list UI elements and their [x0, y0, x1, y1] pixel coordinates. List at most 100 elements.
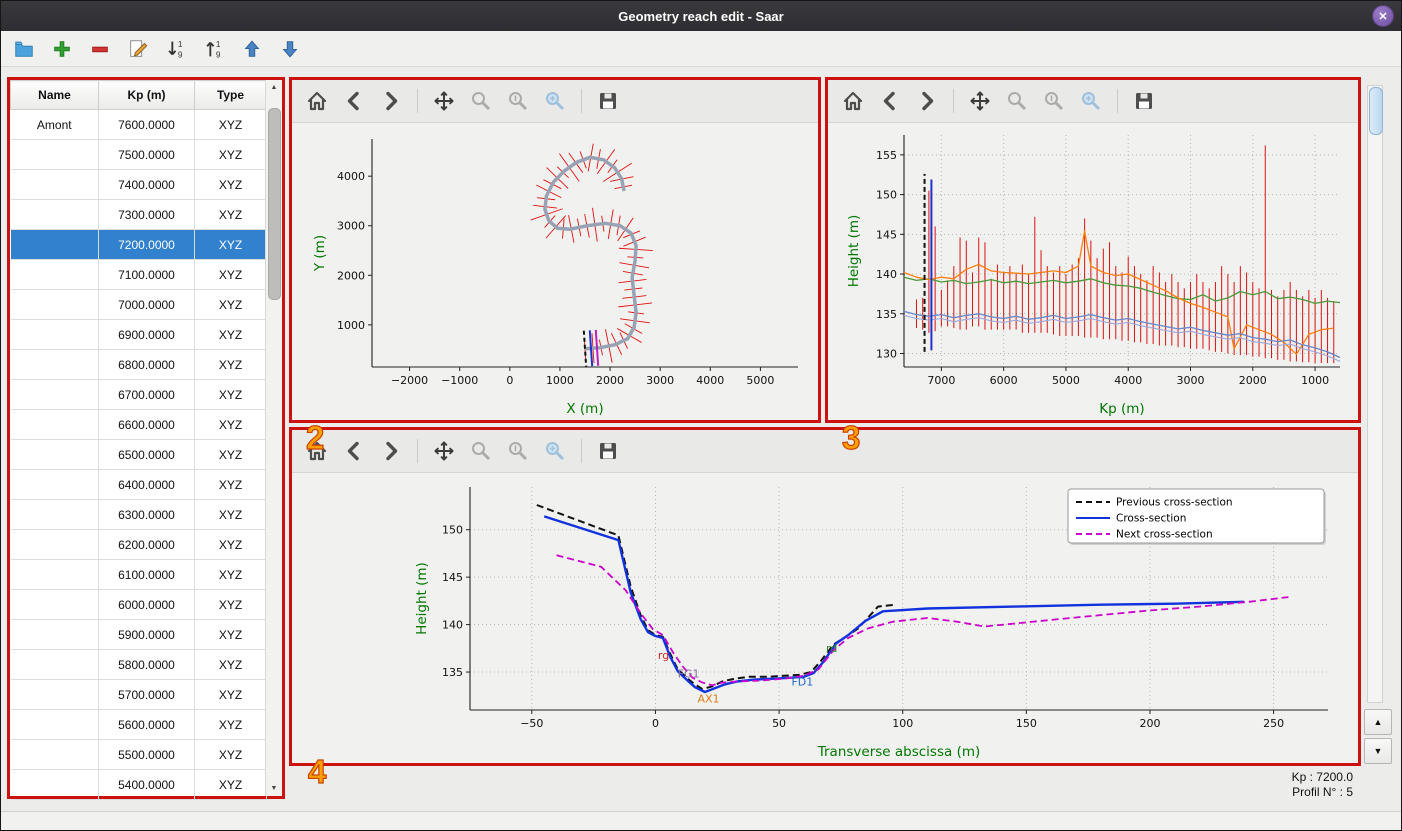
status-profil: Profil N° : 5 [1292, 785, 1353, 799]
profile-toolbar [828, 80, 1358, 123]
table-row[interactable]: 6800.0000 XYZ [10, 349, 267, 380]
zoom-icon[interactable] [1002, 86, 1032, 116]
pan-icon[interactable] [429, 86, 459, 116]
pan-icon[interactable] [965, 86, 995, 116]
zoom-icon[interactable] [466, 86, 496, 116]
column-header-kp[interactable]: Kp (m) [98, 80, 195, 110]
add-row-button[interactable] [49, 36, 75, 62]
save-icon[interactable] [593, 86, 623, 116]
table-row[interactable]: 7200.0000 XYZ [10, 229, 267, 260]
forward-icon[interactable] [912, 86, 942, 116]
sort-ascending-button[interactable]: 19 [163, 36, 189, 62]
toolbar-separator [417, 89, 418, 113]
svg-text:X (m): X (m) [566, 401, 603, 417]
table-row[interactable]: 7500.0000 XYZ [10, 139, 267, 170]
arrow-up-icon [244, 40, 260, 57]
move-up-button[interactable] [239, 36, 265, 62]
svg-text:Transverse abscissa (m): Transverse abscissa (m) [817, 744, 981, 760]
table-row[interactable]: 5400.0000 XYZ [10, 769, 267, 800]
customize-icon[interactable] [540, 86, 570, 116]
table-row[interactable]: 5500.0000 XYZ [10, 739, 267, 770]
profile-view-panel: 7000 6000 5000 4000 3000 2000 1000 130 135 140 145… [825, 77, 1361, 457]
table-row[interactable]: 5700.0000 XYZ [10, 679, 267, 710]
panel-2-label: 2 [305, 418, 325, 456]
table-row[interactable]: 6500.0000 XYZ [10, 439, 267, 470]
table-row[interactable]: 6900.0000 XYZ [10, 319, 267, 350]
table-row[interactable]: 6400.0000 XYZ [10, 469, 267, 500]
table-row[interactable]: 7000.0000 XYZ [10, 289, 267, 320]
scroll-up-icon[interactable]: ▲ [266, 80, 282, 95]
customize-icon[interactable] [540, 436, 570, 466]
svg-text:150: 150 [1016, 717, 1037, 730]
svg-text:1: 1 [178, 40, 183, 49]
back-icon[interactable] [875, 86, 905, 116]
svg-text:9: 9 [178, 50, 183, 59]
table-scrollbar: ▲ ▼ [265, 80, 282, 796]
svg-text:1: 1 [216, 40, 221, 49]
home-icon[interactable] [838, 86, 868, 116]
table-row[interactable]: 6600.0000 XYZ [10, 409, 267, 440]
column-header-name[interactable]: Name [10, 80, 99, 110]
title-bar[interactable]: Geometry reach edit - Saar ✕ [1, 1, 1401, 31]
edit-icon [130, 39, 148, 57]
table-row[interactable]: 5800.0000 XYZ [10, 649, 267, 680]
open-file-button[interactable] [11, 36, 37, 62]
svg-text:4000: 4000 [337, 170, 365, 183]
table-row[interactable]: 6700.0000 XYZ [10, 379, 267, 410]
table-row[interactable]: 7300.0000 XYZ [10, 199, 267, 230]
remove-row-button[interactable] [87, 36, 113, 62]
plan-view-plot[interactable]: −2000 −1000 0 1000 2000 3000 4000 5000 1000 2000 3… [292, 123, 818, 421]
close-button[interactable]: ✕ [1372, 5, 1394, 27]
profile-plot[interactable]: 7000 6000 5000 4000 3000 2000 1000 130 135 140 145… [828, 123, 1358, 421]
table-scrollbar-thumb[interactable] [268, 108, 281, 300]
back-icon[interactable] [339, 86, 369, 116]
app-window: Geometry reach edit - Saar ✕ 19 19 Name … [0, 0, 1402, 831]
column-header-type[interactable]: Type [194, 80, 267, 110]
plot-annotation: FG1 [678, 668, 700, 681]
subplots-icon[interactable] [1039, 86, 1069, 116]
save-icon[interactable] [1129, 86, 1159, 116]
table-row[interactable]: Amont 7600.0000 XYZ [10, 109, 267, 140]
svg-text:−2000: −2000 [391, 374, 428, 387]
edit-button[interactable] [125, 36, 151, 62]
table-row[interactable]: 7400.0000 XYZ [10, 169, 267, 200]
forward-icon[interactable] [376, 436, 406, 466]
svg-text:150: 150 [442, 524, 463, 537]
table-row[interactable]: 7100.0000 XYZ [10, 259, 267, 290]
svg-text:50: 50 [772, 717, 786, 730]
subplots-icon[interactable] [503, 86, 533, 116]
pan-icon[interactable] [429, 436, 459, 466]
zoom-icon[interactable] [466, 436, 496, 466]
cross-section-plot[interactable]: −50 0 50 100 150 200 250 135 140 145 150 Transverse… [292, 473, 1358, 764]
forward-icon[interactable] [376, 86, 406, 116]
window-scrollbar-thumb[interactable] [1369, 87, 1383, 135]
customize-icon[interactable] [1076, 86, 1106, 116]
svg-text:1000: 1000 [1301, 374, 1329, 387]
table-row[interactable]: 6100.0000 XYZ [10, 559, 267, 590]
svg-text:5000: 5000 [746, 374, 774, 387]
cross-sections-table-panel: Name Kp (m) Type Amont 7600.0000 XYZ 7500.0… [7, 77, 285, 830]
table-row[interactable]: 6200.0000 XYZ [10, 529, 267, 560]
toolbar-separator [581, 439, 582, 463]
svg-text:Height (m): Height (m) [846, 215, 862, 288]
profile-up-button[interactable]: ▲ [1364, 709, 1392, 735]
svg-text:Y (m): Y (m) [312, 235, 328, 272]
sort-descending-button[interactable]: 19 [201, 36, 227, 62]
toolbar-separator [1117, 89, 1118, 113]
save-icon[interactable] [593, 436, 623, 466]
svg-text:140: 140 [876, 268, 897, 281]
table-row[interactable]: 6300.0000 XYZ [10, 499, 267, 530]
plan-view-panel: −2000 −1000 0 1000 2000 3000 4000 5000 1000 2000 3… [289, 77, 821, 457]
profile-down-button[interactable]: ▼ [1364, 738, 1392, 764]
table-row[interactable]: 6000.0000 XYZ [10, 589, 267, 620]
plus-icon [54, 40, 70, 57]
table-row[interactable]: 5900.0000 XYZ [10, 619, 267, 650]
svg-text:3000: 3000 [646, 374, 674, 387]
move-down-button[interactable] [277, 36, 303, 62]
plot-annotation: rg [658, 649, 669, 662]
back-icon[interactable] [339, 436, 369, 466]
subplots-icon[interactable] [503, 436, 533, 466]
home-icon[interactable] [302, 86, 332, 116]
scroll-down-icon[interactable]: ▼ [266, 781, 282, 796]
table-row[interactable]: 5600.0000 XYZ [10, 709, 267, 740]
